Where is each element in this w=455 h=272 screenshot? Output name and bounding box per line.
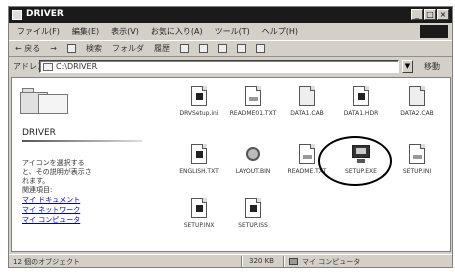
setup-document-icon — [243, 198, 263, 220]
up-folder-icon[interactable] — [66, 44, 76, 53]
explorer-window: DRIVER _ □ × ファイル(F) 編集(E) 表示(V) お気に入り(A… — [8, 6, 453, 268]
file-item[interactable]: SETUP.INX — [172, 198, 226, 238]
menu-view[interactable]: 表示(V) — [111, 26, 139, 37]
highlight-circle — [318, 136, 392, 186]
file-name: DATA1.CAB — [290, 110, 324, 117]
back-button[interactable]: ← 戻る — [15, 43, 40, 54]
file-name: SETUP.INX — [183, 222, 215, 229]
address-value: C:\DRIVER — [56, 62, 98, 71]
file-item[interactable]: DATA2.CAB — [390, 86, 444, 126]
file-item[interactable]: DATA1.HDR — [334, 86, 388, 126]
toolbar: ← 戻る → 検索 フォルダ 履歴 — [9, 40, 452, 57]
window-controls: _ □ × — [411, 9, 449, 20]
cab-document-icon — [351, 86, 371, 108]
status-divider — [241, 256, 243, 267]
forward-button[interactable]: → — [50, 44, 57, 53]
selection-hint: アイコンを選択すると、その説明が表示されます。 — [22, 159, 92, 185]
status-bar: 12 個のオブジェクト 320 KB マイ コンピュータ — [9, 254, 452, 268]
cab-document-icon — [297, 86, 317, 108]
setup-wizard-icon — [243, 144, 263, 166]
file-name: DRVSetup.ini — [179, 110, 219, 117]
file-item[interactable]: DATA1.CAB — [280, 86, 334, 126]
file-name: DATA1.HDR — [343, 110, 379, 117]
menu-tools[interactable]: ツール(T) — [215, 26, 250, 37]
setup-document-icon — [243, 86, 263, 108]
file-name: DATA2.CAB — [400, 110, 434, 117]
folder-icon — [12, 10, 22, 20]
file-item[interactable]: README01.TXT — [226, 86, 280, 126]
status-size: 320 KB — [249, 257, 274, 265]
file-name: README01.TXT — [229, 110, 277, 117]
file-name: SETUP.INI — [402, 168, 432, 175]
see-also-label: 関連項目: — [22, 186, 53, 194]
minimize-button[interactable]: _ — [411, 9, 423, 20]
text-document-icon — [407, 144, 427, 166]
link-my-network[interactable]: マイ ネットワーク — [22, 205, 80, 215]
copy-to-icon[interactable] — [198, 44, 208, 53]
text-document-icon — [297, 144, 317, 166]
menu-help[interactable]: ヘルプ(H) — [262, 26, 298, 37]
undo-icon[interactable] — [236, 44, 246, 53]
setup-document-icon — [189, 198, 209, 220]
close-button[interactable]: × — [437, 9, 449, 20]
file-item[interactable]: SETUP.ISS — [226, 198, 280, 238]
maximize-button[interactable]: □ — [424, 9, 436, 20]
cab-document-icon — [407, 86, 427, 108]
status-location: マイ コンピュータ — [302, 258, 361, 266]
title-divider — [22, 140, 142, 142]
folders-button[interactable]: フォルダ — [112, 43, 144, 54]
gear-document-icon — [189, 144, 209, 166]
file-item[interactable]: DRVSetup.ini — [172, 86, 226, 126]
views-icon[interactable] — [255, 44, 265, 53]
link-my-computer[interactable]: マイ コンピュータ — [22, 215, 80, 225]
address-dropdown-button[interactable]: ▼ — [402, 60, 413, 73]
go-button[interactable]: 移動 — [416, 60, 448, 73]
search-button[interactable]: 検索 — [86, 43, 102, 54]
delete-icon[interactable] — [217, 44, 227, 53]
web-view-pane: DRIVER アイコンを選択すると、その説明が表示されます。 関連項目: マイ … — [12, 78, 172, 251]
history-button[interactable]: 履歴 — [154, 43, 170, 54]
menu-file[interactable]: ファイル(F) — [17, 26, 60, 37]
menu-favorites[interactable]: お気に入り(A) — [151, 26, 203, 37]
menu-bar: ファイル(F) 編集(E) 表示(V) お気に入り(A) ツール(T) ヘルプ(… — [9, 24, 452, 39]
file-name: ENGLISH.TXT — [179, 168, 219, 175]
file-item[interactable]: SETUP.INI — [390, 144, 444, 184]
address-bar: アドレス(D) C:\DRIVER ▼ 移動 — [9, 58, 452, 75]
move-to-icon[interactable] — [179, 44, 189, 53]
file-item[interactable]: ENGLISH.TXT — [172, 144, 226, 184]
status-divider — [283, 256, 285, 267]
file-name: LAYOUT.BIN — [235, 168, 271, 175]
title-bar[interactable]: DRIVER _ □ × — [9, 7, 452, 23]
computer-icon — [289, 258, 298, 265]
status-object-count: 12 個のオブジェクト — [13, 258, 81, 266]
folder-title: DRIVER — [22, 128, 56, 138]
address-input[interactable]: C:\DRIVER — [39, 60, 399, 73]
windows-logo-icon — [420, 25, 448, 38]
file-item[interactable]: LAYOUT.BIN — [226, 144, 280, 184]
gear-document-icon — [189, 86, 209, 108]
folder-icon — [43, 63, 53, 71]
menu-edit[interactable]: 編集(E) — [72, 26, 99, 37]
large-folder-icon — [20, 88, 80, 116]
window-title: DRIVER — [26, 9, 64, 19]
link-my-documents[interactable]: マイ ドキュメント — [22, 195, 80, 205]
file-name: SETUP.ISS — [238, 222, 268, 229]
